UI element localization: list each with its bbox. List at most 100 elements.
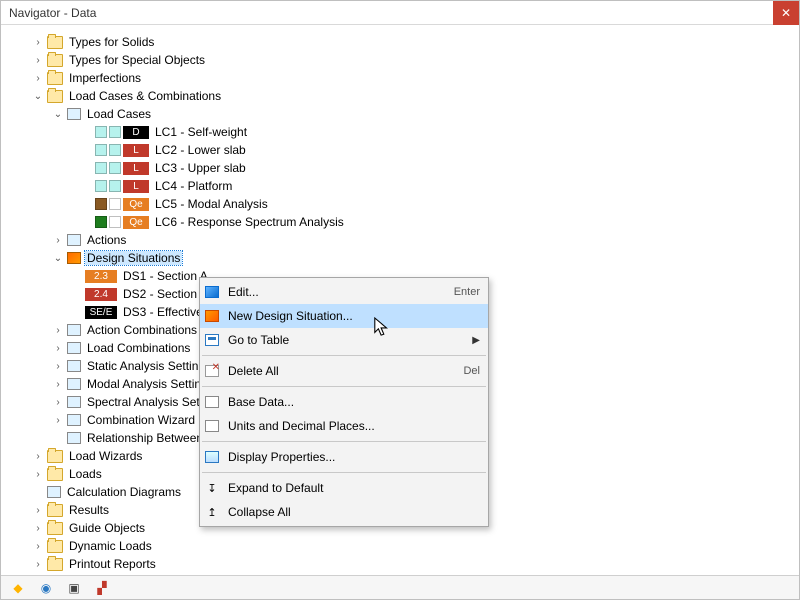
load-case-item[interactable]: DLC1 - Self-weight [21,123,799,141]
menu-item-delete-all[interactable]: Delete AllDel [200,359,488,383]
expand-chevron-icon[interactable]: ⌄ [51,251,65,265]
expand-chevron-icon[interactable]: › [31,521,45,535]
node-icon [67,324,81,336]
tree-label: LC1 - Self-weight [153,125,249,139]
context-menu[interactable]: Edit...EnterNew Design Situation...Go to… [199,277,489,527]
tree-label: Calculation Diagrams [65,485,183,499]
project-icon[interactable]: ◆ [5,578,31,598]
expand-chevron-icon[interactable]: ⌄ [31,89,45,103]
ds-badge: SE/E [85,306,117,319]
lc-type-badge: L [123,144,149,157]
menu-item-new-design-situation[interactable]: New Design Situation... [200,304,488,328]
menu-item-base-data[interactable]: Base Data... [200,390,488,414]
close-button[interactable]: ✕ [773,1,799,25]
expand-icon: ↧ [204,480,220,496]
menu-item-go-to-table[interactable]: Go to Table▶ [200,328,488,352]
node-icon [67,342,81,354]
submenu-arrow-icon: ▶ [472,335,480,346]
ds-badge: 2.4 [85,288,117,301]
menu-shortcut: Del [463,365,480,377]
expand-chevron-icon[interactable]: › [51,233,65,247]
node-icon [67,414,81,426]
lc-type-badge: L [123,180,149,193]
delete-icon [204,363,220,379]
navigator-window: Navigator - Data ✕ ›Types for Solids›Typ… [0,0,800,600]
node-icon [67,234,81,246]
star-icon [204,308,220,324]
expand-chevron-icon[interactable]: › [31,467,45,481]
units-icon [204,418,220,434]
menu-label: Units and Decimal Places... [228,419,480,433]
lc-swatch-icon [109,216,121,228]
folder-load-cases-comb[interactable]: ⌄Load Cases & Combinations [21,87,799,105]
expand-chevron-icon[interactable]: › [51,377,65,391]
expand-chevron-icon[interactable]: › [51,413,65,427]
node-load-cases[interactable]: ⌄ Load Cases [21,105,799,123]
titlebar: Navigator - Data ✕ [1,1,799,25]
menu-item-collapse-all[interactable]: ↥Collapse All [200,500,488,524]
tree-label: LC2 - Lower slab [153,143,248,157]
load-case-item[interactable]: QeLC6 - Response Spectrum Analysis [21,213,799,231]
menu-item-units-and-decimal-places[interactable]: Units and Decimal Places... [200,414,488,438]
menu-shortcut: Enter [454,286,480,298]
tree-label: Types for Special Objects [67,53,207,67]
node-actions[interactable]: ›Actions [21,231,799,249]
menu-label: Base Data... [228,395,480,409]
tree-label: Relationship Between [85,431,205,445]
folder-icon [47,90,63,103]
tree-label: LC6 - Response Spectrum Analysis [153,215,346,229]
load-case-item[interactable]: L LC4 - Platform [21,177,799,195]
expand-chevron-icon[interactable]: › [31,539,45,553]
expand-chevron-icon[interactable]: ⌄ [51,107,65,121]
node-icon [67,432,81,444]
menu-item-expand-to-default[interactable]: ↧ Expand to Default [200,476,488,500]
folder-icon [47,54,63,67]
load-case-item[interactable]: LLC3 - Upper slab [21,159,799,177]
expand-chevron-icon[interactable]: › [51,341,65,355]
tree-label: DS1 - Section A [121,269,210,283]
folder-icon [47,468,63,481]
menu-label: Display Properties... [228,450,480,464]
load-case-item[interactable]: L LC2 - Lower slab [21,141,799,159]
expand-chevron-icon[interactable]: › [31,449,45,463]
folder-Types for Solids[interactable]: ›Types for Solids [21,33,799,51]
eye-icon[interactable]: ◉ [33,578,59,598]
node-icon [47,486,61,498]
expand-chevron-icon[interactable]: › [51,323,65,337]
tree-label: DS3 - Effective [121,305,205,319]
tree-label: Action Combinations [85,323,199,337]
tree-label: Load Combinations [85,341,192,355]
load-case-item[interactable]: QeLC5 - Modal Analysis [21,195,799,213]
expand-chevron-icon[interactable]: › [31,71,45,85]
lc-swatch-icon [95,180,107,192]
menu-item-edit[interactable]: Edit...Enter [200,280,488,304]
tree-label: Modal Analysis Settin [85,377,203,391]
folder-icon [47,36,63,49]
tree-label: Spectral Analysis Sett [85,395,205,409]
tree-label: Imperfections [67,71,143,85]
folder-Dynamic Loads[interactable]: › Dynamic Loads [21,537,799,555]
node-design-situations[interactable]: ⌄Design Situations [21,249,799,267]
expand-chevron-icon[interactable]: › [31,53,45,67]
expand-chevron-icon[interactable]: › [31,557,45,571]
menu-separator [202,441,486,442]
expand-chevron-icon[interactable]: › [51,395,65,409]
close-icon: ✕ [781,6,791,20]
menu-item-display-properties[interactable]: Display Properties... [200,445,488,469]
camera-icon[interactable]: ▣ [61,578,87,598]
folder-Types for Special Objects[interactable]: › Types for Special Objects [21,51,799,69]
tree-label: Dynamic Loads [67,539,154,553]
folder-Imperfections[interactable]: › Imperfections [21,69,799,87]
expand-chevron-icon[interactable]: › [31,35,45,49]
chart-icon[interactable]: ▞ [89,578,115,598]
expand-chevron-icon[interactable]: › [31,503,45,517]
tree-label: LC4 - Platform [153,179,234,193]
menu-label: Expand to Default [228,481,480,495]
window-title: Navigator - Data [9,6,96,20]
bottom-toolbar: ◆ ◉ ▣ ▞ [1,575,799,599]
folder-Printout Reports[interactable]: ›Printout Reports [21,555,799,573]
folder-icon [47,558,63,571]
tree-label: Load Cases [85,107,153,121]
lc-swatch-icon [109,126,121,138]
expand-chevron-icon[interactable]: › [51,359,65,373]
